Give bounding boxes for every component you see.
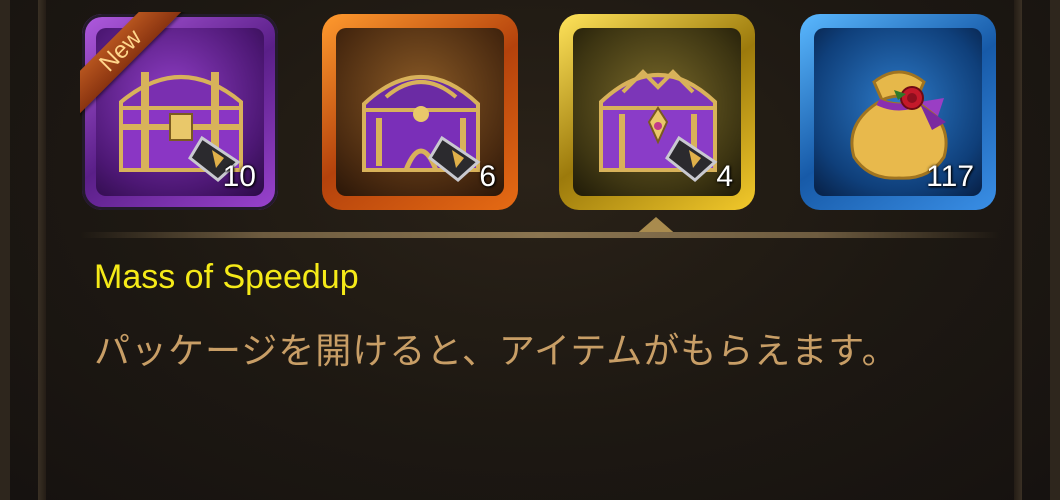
chest-icon	[362, 75, 481, 182]
item-slot-purple-chest[interactable]: New 10	[80, 12, 278, 210]
new-badge-label: New	[80, 12, 185, 115]
new-badge: New	[80, 12, 190, 122]
item-slot-gold-sack[interactable]: 117	[800, 14, 996, 210]
divider	[80, 232, 1000, 238]
item-slot-gold-chest[interactable]: 4	[559, 14, 755, 210]
item-slot-orange-chest[interactable]: 6	[322, 14, 518, 210]
chest-icon	[599, 69, 718, 182]
item-count: 4	[716, 160, 733, 193]
item-count: 10	[222, 160, 256, 193]
item-description: パッケージを開けると、アイテムがもらえます。	[94, 331, 899, 372]
inventory-panel: New 10 6 4 117 Mass of Speedup パッケージを開ける…	[0, 0, 1060, 500]
item-count: 6	[479, 160, 496, 193]
item-title: Mass of Speedup	[94, 258, 359, 296]
item-count: 117	[926, 160, 974, 193]
